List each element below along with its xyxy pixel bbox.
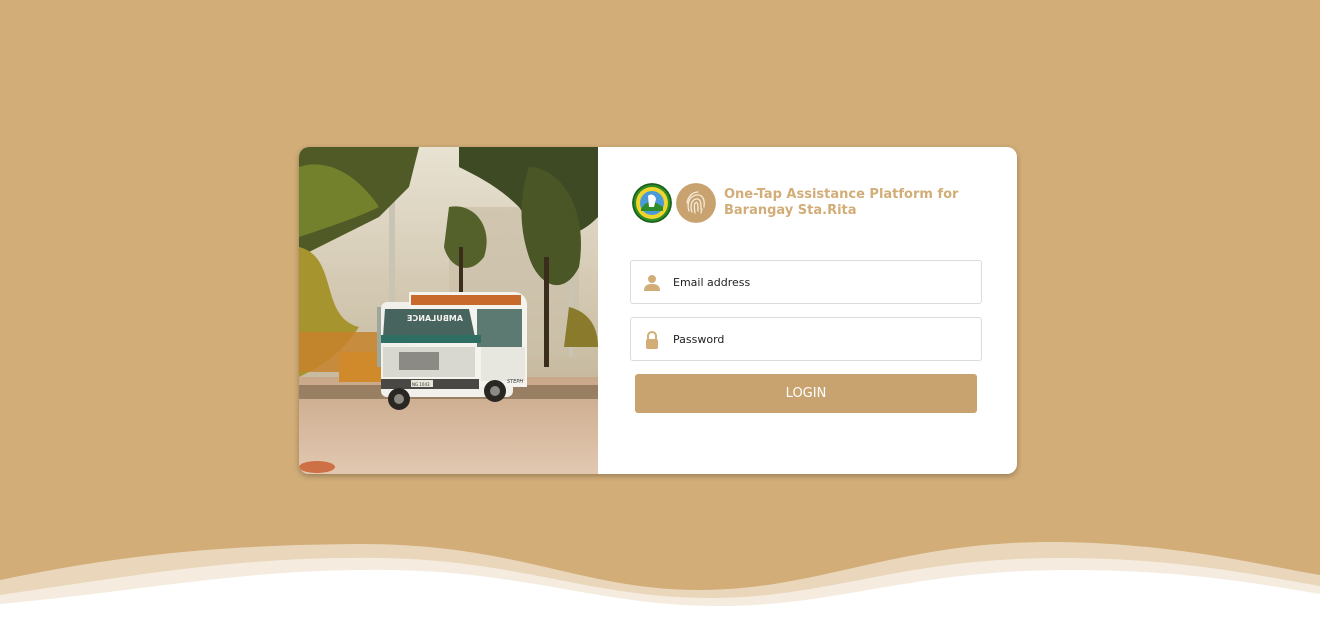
decorative-waves [0, 541, 1320, 622]
email-input[interactable] [673, 261, 973, 303]
email-field[interactable] [630, 260, 982, 304]
login-button[interactable]: LOGIN [635, 374, 977, 413]
brand-header: One-Tap Assistance Platform for Barangay… [632, 182, 974, 224]
ambulance-plate: NG 1043 [412, 382, 430, 387]
ambulance-label: AMBULANCE [407, 314, 463, 323]
lock-icon [646, 331, 658, 349]
password-input[interactable] [673, 318, 973, 360]
login-card: AMBULANCE NG 1043 STEPH One-Tap Assistan… [299, 147, 1017, 474]
user-icon [644, 275, 660, 291]
fingerprint-logo [676, 183, 716, 223]
platform-title: One-Tap Assistance Platform for Barangay… [724, 187, 959, 218]
ambulance-side-text: STEPH [507, 379, 523, 385]
ambulance-photo: AMBULANCE NG 1043 STEPH [299, 147, 598, 474]
password-field[interactable] [630, 317, 982, 361]
barangay-seal-logo [632, 183, 672, 223]
